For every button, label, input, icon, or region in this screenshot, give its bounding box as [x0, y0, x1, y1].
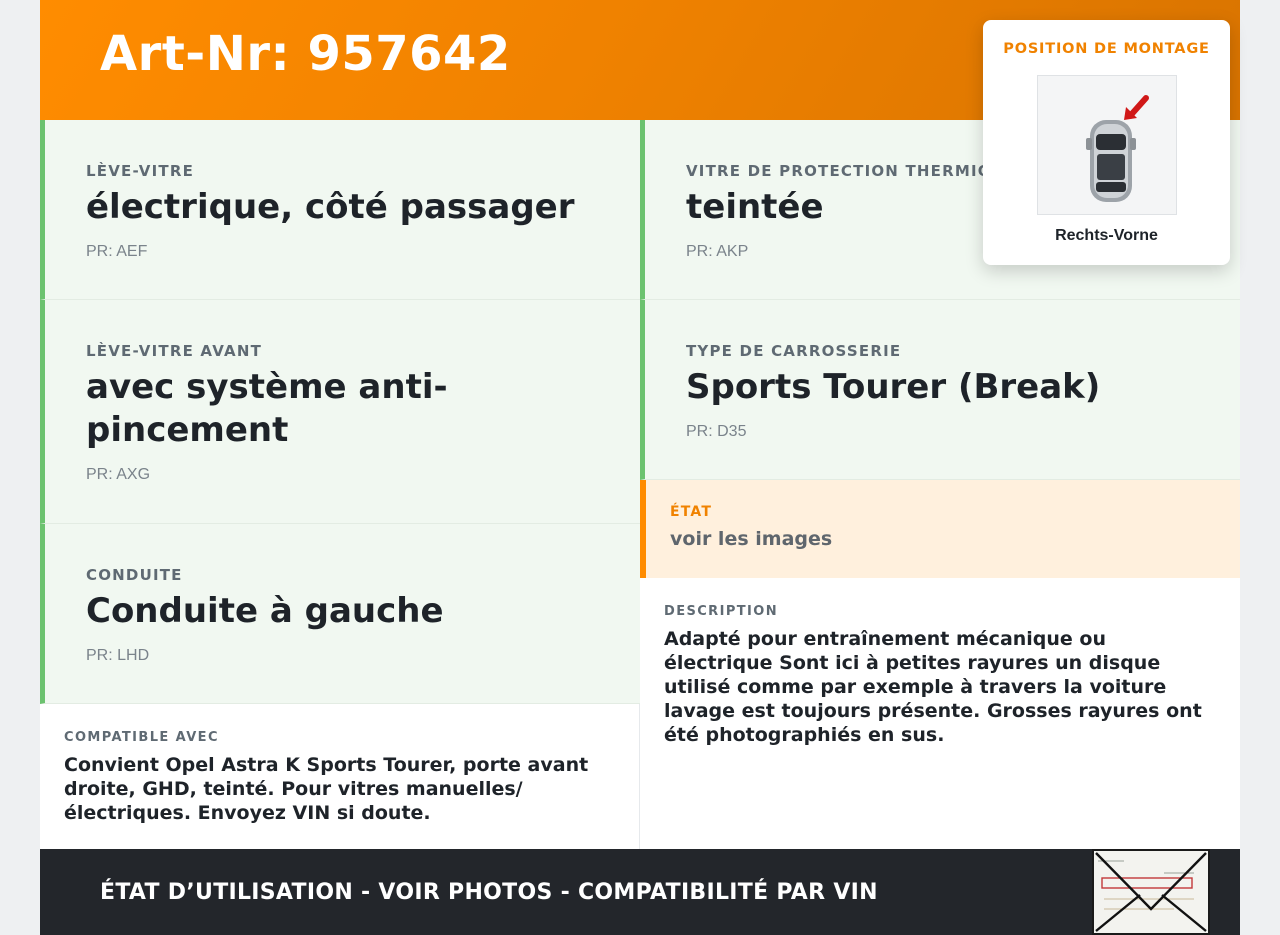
spec-card-drive: CONDUITE Conduite à gauche PR: LHD [40, 524, 640, 704]
car-top-view-icon [1037, 75, 1177, 215]
document-envelope-icon [1094, 851, 1208, 933]
spec-code: PR: AXG [86, 466, 151, 483]
spec-value: avec système anti-pincement [86, 367, 448, 450]
condition-label: ÉTAT [670, 504, 713, 520]
compatibility-panel: COMPATIBLE AVEC Convient Opel Astra K Sp… [40, 704, 640, 849]
article-number-title: Art-Nr: 957642 [100, 26, 511, 82]
spec-card-window-lift-front: LÈVE-VITRE AVANT avec système anti-pince… [40, 300, 640, 524]
spec-card-window-lift: LÈVE-VITRE électrique, côté passager PR:… [40, 120, 640, 300]
condition-value: voir les images [670, 528, 833, 550]
description-label: DESCRIPTION [664, 604, 778, 619]
description-text: Adapté pour entraînement mécanique ou él… [664, 628, 1202, 746]
footer-text: ÉTAT D’UTILISATION - VOIR PHOTOS - COMPA… [100, 880, 878, 905]
compatibility-text: Convient Opel Astra K Sports Tourer, por… [64, 754, 589, 824]
spec-code: PR: AEF [86, 243, 148, 260]
spec-code: PR: LHD [86, 647, 150, 664]
spec-code: PR: D35 [686, 423, 747, 440]
mounting-position-card: POSITION DE MONTAGE Rechts-Vorne [983, 20, 1230, 265]
description-panel: DESCRIPTION Adapté pour entraînement méc… [640, 578, 1240, 849]
spec-label: TYPE DE CARROSSERIE [686, 342, 902, 360]
compatibility-label: COMPATIBLE AVEC [64, 730, 219, 745]
spec-card-body-type: TYPE DE CARROSSERIE Sports Tourer (Break… [640, 300, 1240, 480]
mounting-label: POSITION DE MONTAGE [1003, 41, 1210, 57]
condition-panel: ÉTAT voir les images [640, 480, 1240, 578]
spec-value: Conduite à gauche [86, 591, 444, 631]
spec-value: Sports Tourer (Break) [686, 367, 1101, 407]
mounting-position-value: Rechts-Vorne [1055, 227, 1158, 244]
spec-label: CONDUITE [86, 566, 183, 584]
spec-label: LÈVE-VITRE AVANT [86, 342, 263, 360]
spec-label: LÈVE-VITRE [86, 162, 195, 180]
registration-document-thumbnail[interactable] [1092, 849, 1210, 935]
footer-banner: ÉTAT D’UTILISATION - VOIR PHOTOS - COMPA… [40, 849, 1240, 935]
spec-value: électrique, côté passager [86, 187, 575, 227]
